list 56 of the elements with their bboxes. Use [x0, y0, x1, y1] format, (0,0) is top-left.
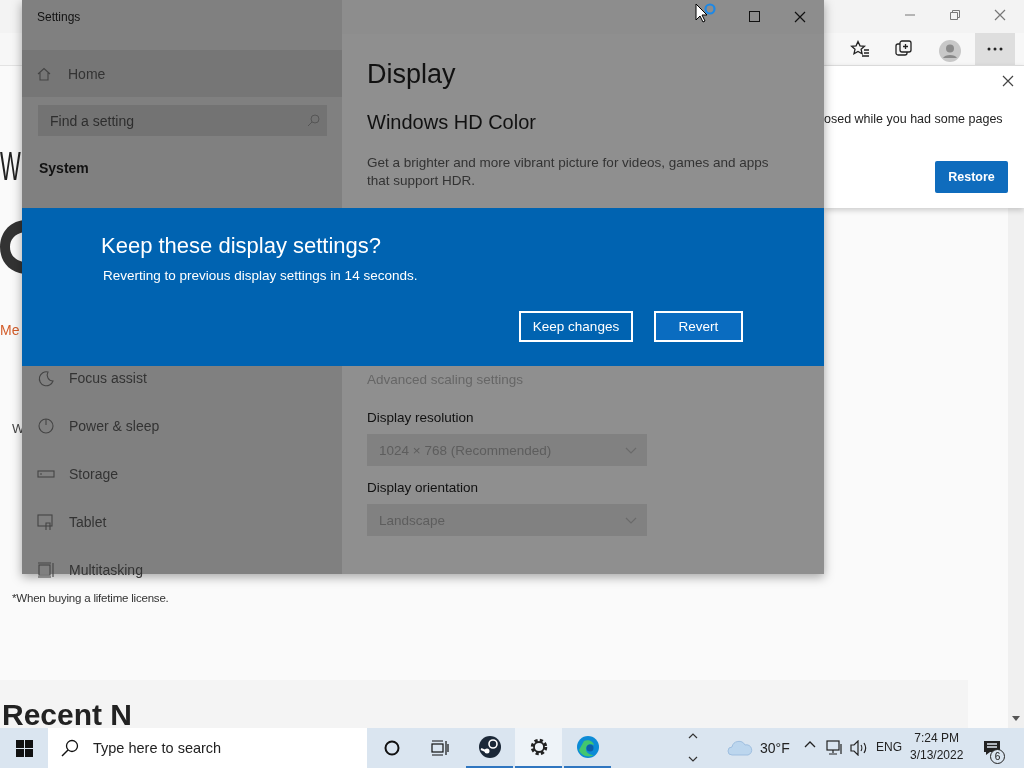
dialog-title: Keep these display settings?	[101, 233, 383, 259]
multitasking-icon	[37, 561, 55, 579]
sidebar-item[interactable]: Storage	[22, 450, 342, 498]
windows-start-icon[interactable]	[16, 740, 33, 757]
section-heading: Windows HD Color	[367, 110, 537, 134]
field-label: Display orientation	[367, 480, 480, 495]
power-icon	[37, 417, 55, 435]
scroll-down-icon[interactable]	[688, 756, 698, 762]
dialog-message: Reverting to previous display settings in 14 seconds.	[102, 268, 419, 283]
settings-taskbar-button[interactable]	[515, 728, 562, 768]
collections-icon[interactable]	[895, 40, 913, 58]
home-item[interactable]: Home	[22, 50, 342, 97]
page-link[interactable]: Me	[0, 322, 20, 338]
notification-count-badge: 6	[990, 749, 1005, 764]
scroll-up-icon[interactable]	[688, 733, 698, 739]
restore-icon[interactable]	[949, 9, 961, 21]
browser-icon	[575, 735, 600, 759]
clock-date: 3/13/2022	[910, 748, 964, 762]
section-heading: Recent N	[2, 700, 133, 728]
keep-changes-button[interactable]: Keep changes	[519, 311, 633, 342]
maximize-icon[interactable]	[749, 11, 760, 22]
section-label: System	[39, 160, 90, 176]
field-label: Display resolution	[367, 410, 475, 425]
sidebar-item[interactable]: Tablet	[22, 498, 342, 546]
page-heading: W	[0, 144, 21, 189]
search-icon	[307, 114, 320, 127]
sidebar-item[interactable]: Multitasking	[22, 546, 342, 594]
search-field[interactable]: Find a setting	[38, 105, 327, 136]
page-title: Display	[367, 58, 457, 91]
close-icon[interactable]	[794, 11, 806, 23]
weather-temperature[interactable]: 30°F	[760, 740, 790, 756]
description-text: Get a brighter and more vibrant picture for videos, games and apps that support HDR.	[367, 154, 770, 190]
search-icon	[61, 739, 79, 757]
clock[interactable]: 7:24 PM 3/13/2022	[910, 731, 964, 762]
cortana-icon[interactable]	[384, 740, 400, 756]
revert-button[interactable]: Revert	[654, 311, 743, 342]
footnote-text: *When buying a lifetime license.	[12, 592, 169, 604]
language-indicator[interactable]: ENG	[876, 740, 902, 754]
profile-icon[interactable]	[939, 40, 961, 62]
steam-icon	[477, 735, 502, 759]
clock-time: 7:24 PM	[914, 731, 960, 745]
chevron-up-icon[interactable]	[804, 740, 816, 748]
network-icon[interactable]	[826, 740, 844, 756]
tablet-icon	[37, 513, 55, 531]
scroll-down-icon[interactable]	[1012, 716, 1020, 722]
sidebar-item[interactable]: Power & sleep	[22, 402, 342, 450]
taskbar-search-field[interactable]: Type here to search	[48, 728, 367, 768]
task-view-icon[interactable]	[431, 740, 449, 756]
notification-message: osed while you had some pages	[824, 112, 1003, 126]
restore-button[interactable]: Restore	[935, 161, 1008, 193]
moon-icon	[37, 369, 55, 387]
home-icon	[37, 66, 51, 81]
favorites-icon[interactable]	[850, 40, 870, 58]
window-title: Settings	[37, 10, 81, 24]
volume-icon[interactable]	[850, 740, 868, 756]
close-icon[interactable]	[1002, 75, 1014, 87]
